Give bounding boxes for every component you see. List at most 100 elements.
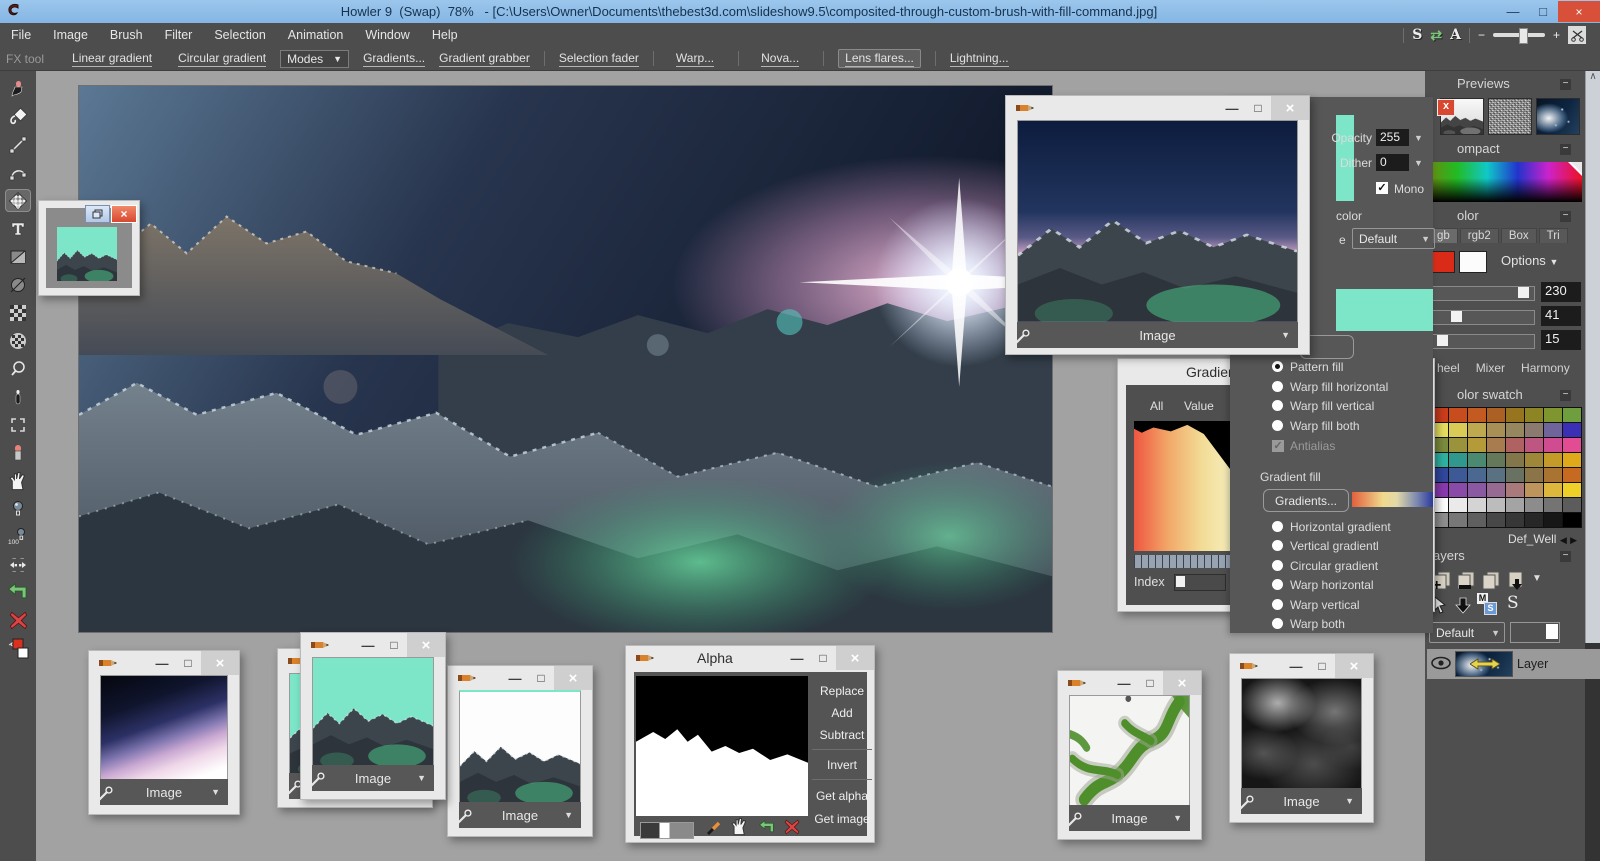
warp-vertical-radio[interactable] [1272,599,1283,610]
main-canvas[interactable] [78,85,1053,633]
swatch-cell[interactable] [1468,423,1486,437]
alpha-window[interactable]: Alpha — □ × Replace Add Subtract Invert … [625,645,875,843]
layers-panel-header[interactable]: ayers [1433,548,1465,563]
ink-tool-icon[interactable] [5,385,31,408]
swatch-cell[interactable] [1544,513,1562,527]
warp-fill-vertical-radio[interactable] [1272,400,1283,411]
swatch-cell[interactable] [1525,513,1543,527]
alpha-undo-icon[interactable] [757,820,777,838]
swatch-cell[interactable] [1487,453,1505,467]
minimize-button[interactable]: — [1283,659,1309,674]
layer-blend-mode-dropdown[interactable]: Default ▼ [1429,622,1505,643]
swatch-cell[interactable] [1525,423,1543,437]
remove-layer-icon[interactable] [1455,569,1477,594]
menu-window[interactable]: Window [354,28,420,42]
alpha-store-icon[interactable]: A [1450,27,1461,43]
close-button[interactable]: × [201,651,239,675]
swatch-cell[interactable] [1449,483,1467,497]
swatch-cell[interactable] [1525,468,1543,482]
vertical-gradient-radio[interactable] [1272,540,1283,551]
scissors-icon[interactable] [1568,26,1586,44]
maximize-button[interactable]: □ [1245,101,1271,115]
alpha-subtract-button[interactable]: Subtract [812,728,872,742]
image-source-dropdown[interactable]: Image ▼ [100,779,228,805]
app-minimize-button[interactable]: — [1498,1,1528,22]
circular-gradient-radio[interactable] [1272,560,1283,571]
secondary-color-swatch[interactable] [1459,251,1487,273]
eyedropper-icon[interactable] [1237,794,1255,812]
swatch-cell[interactable] [1506,513,1524,527]
warp-fill-both-label[interactable]: Warp fill both [1290,419,1360,433]
swatch-cell[interactable] [1563,423,1581,437]
image-window-white-sky[interactable]: — □ × Image ▼ [447,665,593,837]
dither-dropdown-arrow[interactable]: ▼ [1414,158,1423,168]
swatch-minimize-button[interactable]: − [1560,390,1571,401]
maximize-button[interactable]: □ [1137,676,1163,690]
alpha-hand-icon[interactable] [730,817,749,839]
lightning-button[interactable]: Lightning... [950,51,1009,67]
swatch-cell[interactable] [1487,438,1505,452]
alpha-gradient-well[interactable] [640,822,694,839]
move-layer-down-icon[interactable] [1453,595,1473,618]
eyedropper-icon[interactable] [1013,328,1031,346]
warp-button[interactable]: Warp... [676,51,714,67]
opacity-value[interactable]: 255 [1376,129,1409,146]
close-button[interactable]: × [554,666,592,690]
swatch-cell[interactable] [1468,513,1486,527]
image-source-dropdown[interactable]: Image ▼ [312,765,434,791]
tab-tri[interactable]: Tri [1539,228,1568,243]
color-slider-g[interactable] [1429,310,1535,325]
options-dropdown[interactable]: Options ▼ [1501,253,1558,268]
swatch-cell[interactable] [1563,498,1581,512]
gradients-button[interactable]: Gradients... [363,51,425,67]
previews-panel-header[interactable]: Previews [1457,76,1510,91]
layer-row[interactable]: Layer [1427,649,1600,679]
swatch-cell[interactable] [1468,483,1486,497]
restore-window-button[interactable] [85,205,110,223]
swatch-prev-button[interactable]: ◀ [1560,535,1567,545]
swatch-cell[interactable] [1544,453,1562,467]
menu-filter[interactable]: Filter [154,28,204,42]
preset-dropdown[interactable]: Default ▼ [1352,228,1435,249]
color-value-r[interactable]: 230 [1541,282,1581,302]
merge-down-layer-icon[interactable] [1504,569,1526,594]
swatch-cell[interactable] [1506,498,1524,512]
swatch-cell[interactable] [1468,468,1486,482]
image-source-dropdown[interactable]: Image ▼ [1069,805,1190,831]
previews-minimize-button[interactable]: − [1560,79,1571,90]
minimize-button[interactable]: — [149,656,175,671]
swatch-cell[interactable] [1449,453,1467,467]
menu-help[interactable]: Help [421,28,469,42]
brush-tool-icon[interactable] [5,77,31,100]
menu-brush[interactable]: Brush [99,28,154,42]
swatch-cell[interactable] [1449,468,1467,482]
swatch-cell[interactable] [1468,408,1486,422]
zoom-tool-icon[interactable] [5,357,31,380]
close-button[interactable]: × [1163,671,1201,695]
zoom-slider[interactable] [1493,33,1545,37]
swatch-cell[interactable] [1468,453,1486,467]
warp-fill-vertical-label[interactable]: Warp fill vertical [1290,399,1374,413]
close-window-button[interactable]: × [111,205,137,223]
maximize-button[interactable]: □ [528,671,554,685]
alpha-invert-button[interactable]: Invert [812,758,872,772]
shape-rect-tool-icon[interactable] [5,245,31,268]
tab-rgb2[interactable]: rgb2 [1460,228,1499,243]
zoom-in-button[interactable]: + [1553,28,1560,42]
foreground-background-colors[interactable] [5,637,31,660]
layers-more-dropdown[interactable]: ▼ [1532,573,1542,584]
image-source-dropdown[interactable]: Image ▼ [1241,788,1362,814]
image-source-dropdown[interactable]: Image ▼ [459,802,581,828]
warp-vertical-label[interactable]: Warp vertical [1290,598,1360,612]
swatch-cell[interactable] [1563,408,1581,422]
swatch-cell[interactable] [1544,408,1562,422]
layer-visibility-eye-icon[interactable] [1431,656,1451,673]
line-tool-icon[interactable] [5,133,31,156]
compact-panel-header[interactable]: ompact [1457,141,1500,156]
swatch-cell[interactable] [1525,483,1543,497]
color-swatch-panel-header[interactable]: olor swatch [1457,387,1523,402]
layer-swap-icon[interactable]: S [1507,593,1519,613]
eyedropper-icon[interactable] [308,771,326,789]
color-panel-header[interactable]: olor [1457,208,1479,223]
resize-arrows-icon[interactable]: −−−− [5,553,31,576]
